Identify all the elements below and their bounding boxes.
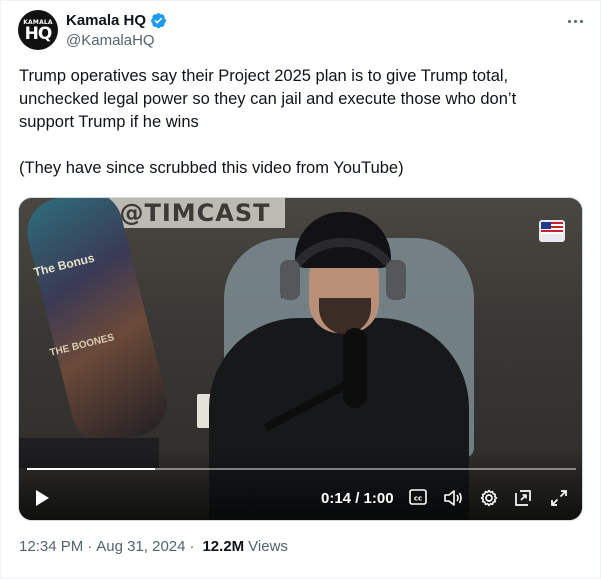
more-options-icon[interactable] <box>564 11 586 31</box>
avatar[interactable]: KAMALA HQ <box>18 10 58 50</box>
views-count[interactable]: 12.2M <box>202 538 244 555</box>
tweet-text-line: support Trump if he wins <box>19 113 199 131</box>
headphone-earcup <box>280 260 300 300</box>
author-handle[interactable]: @KamalaHQ <box>66 32 155 49</box>
tweet-card: KAMALA HQ Kamala HQ @KamalaHQ Trump oper… <box>0 0 601 579</box>
tweet-text: Trump operatives say their Project 2025 … <box>19 65 579 180</box>
video-controls <box>19 450 582 520</box>
gear-icon[interactable] <box>479 488 499 508</box>
volume-icon[interactable] <box>443 488 463 508</box>
closed-captions-icon[interactable]: cc <box>409 488 427 506</box>
tweet-text-note: (They have since scrubbed this video fro… <box>19 159 404 177</box>
video-time: 0:14 / 1:00 <box>321 490 394 507</box>
tweet-date[interactable]: Aug 31, 2024 <box>96 538 185 555</box>
fullscreen-icon[interactable] <box>549 488 569 508</box>
svg-text:cc: cc <box>414 495 422 503</box>
play-icon[interactable] <box>31 487 53 509</box>
flag-logo-icon <box>539 220 565 242</box>
headphone-earcup <box>386 260 406 300</box>
timcast-sign: @TIMCAST <box>105 198 285 228</box>
tweet-meta: 12:34 PM · Aug 31, 2024 · 12.2M Views <box>19 538 288 555</box>
verified-badge-icon <box>151 13 166 29</box>
tweet-text-line: unchecked legal power so they can jail a… <box>19 90 517 108</box>
meta-separator: · <box>87 538 93 555</box>
views-label: Views <box>248 538 288 555</box>
picture-in-picture-icon[interactable] <box>513 488 533 508</box>
tweet-text-line: Trump operatives say their Project 2025 … <box>19 67 509 85</box>
author-name-row[interactable]: Kamala HQ <box>66 12 167 29</box>
tweet-time[interactable]: 12:34 PM <box>19 538 83 555</box>
author-display-name[interactable]: Kamala HQ <box>66 12 146 29</box>
microphone <box>343 328 367 408</box>
meta-separator: · <box>189 538 195 555</box>
video-player[interactable]: @TIMCAST The Bonus THE BOONES 0:14 / 1:0… <box>18 197 583 521</box>
video-progress-fill <box>27 468 155 470</box>
video-progress-bar[interactable] <box>27 468 576 470</box>
avatar-text-main: HQ <box>24 23 53 44</box>
